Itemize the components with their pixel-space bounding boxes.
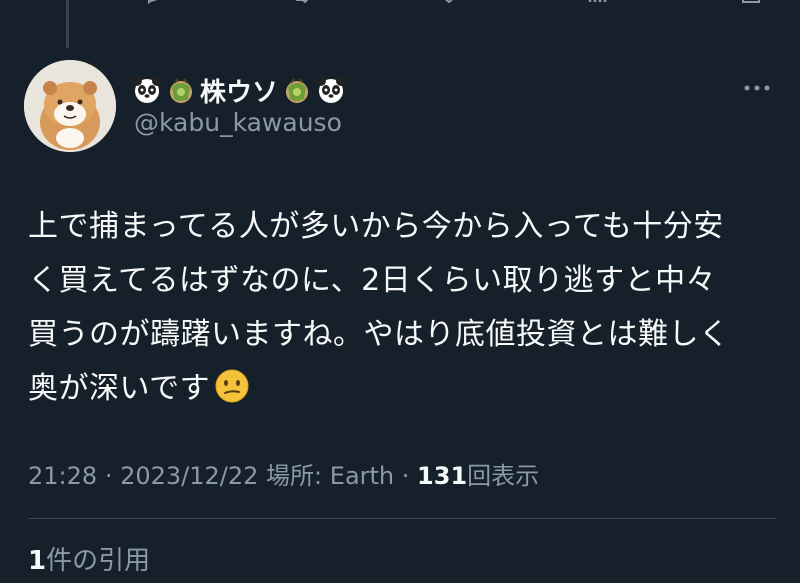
tweet-text-line: く買えてるはずなのに、2日くらい取り逃すと中々 xyxy=(28,263,717,298)
quotes-label[interactable]: 件の引用 xyxy=(46,546,150,576)
separator-dot: · xyxy=(401,462,418,490)
tweet-text-line: 奥が深いです xyxy=(28,371,211,406)
panda-face-icon xyxy=(316,75,347,105)
tweet-location: Earth xyxy=(329,462,395,490)
avocado-bag-icon xyxy=(282,75,312,105)
quotes-count[interactable]: 1 xyxy=(28,546,46,576)
tweet-date[interactable]: 2023/12/22 xyxy=(120,462,258,490)
retweet-icon[interactable] xyxy=(288,0,314,6)
quote-tweets-link[interactable]: 1件の引用 xyxy=(28,540,150,577)
tweet-text-line-last: 奥が深いです xyxy=(28,362,778,416)
confused-face-icon xyxy=(214,368,250,404)
user-handle[interactable]: @kabu_kawauso xyxy=(134,108,342,137)
views-count[interactable]: 131 xyxy=(417,462,467,490)
like-icon[interactable] xyxy=(436,0,462,6)
panda-face-icon xyxy=(132,75,162,105)
divider xyxy=(28,518,776,519)
tweet-time[interactable]: 21:28 xyxy=(28,462,97,490)
thread-connector-line xyxy=(66,0,69,48)
reply-icon[interactable] xyxy=(140,0,166,6)
display-name[interactable]: 株ウソ xyxy=(132,70,347,110)
display-name-text: 株ウソ xyxy=(200,77,279,108)
more-icon[interactable] xyxy=(740,78,774,98)
tweet-text-line: 上で捕まってる人が多いから今から入っても十分安 xyxy=(28,209,724,244)
share-icon[interactable] xyxy=(738,0,764,6)
tweet-metadata: 21:28 · 2023/12/22 場所: Earth · 131回表示 xyxy=(28,456,539,491)
avocado-bag-icon xyxy=(166,75,196,105)
views-icon[interactable] xyxy=(584,0,610,6)
previous-tweet-action-bar xyxy=(140,0,800,6)
separator-dot: · xyxy=(104,462,121,490)
views-label[interactable]: 回表示 xyxy=(467,462,539,490)
location-label: 場所: xyxy=(266,462,323,490)
tweet-text: 上で捕まってる人が多いから今から入っても十分安 く買えてるはずなのに、2日くらい… xyxy=(28,200,778,416)
avatar[interactable] xyxy=(24,60,116,152)
tweet-text-line: 買うのが躊躇いますね。やはり底値投資とは難しく xyxy=(28,317,730,352)
